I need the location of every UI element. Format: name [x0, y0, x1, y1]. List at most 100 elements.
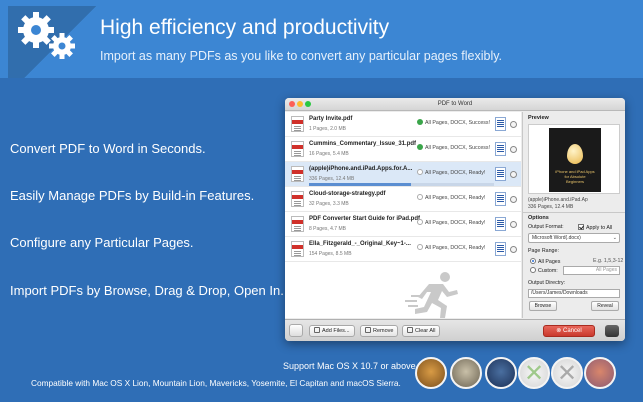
word-output-icon[interactable] [495, 217, 506, 231]
conversion-progress-bar [309, 183, 494, 186]
minimize-window-button[interactable] [297, 101, 303, 107]
file-status-text: All Pages, DOCX, Ready! [425, 170, 486, 176]
pdf-file-icon [291, 166, 304, 182]
file-row[interactable]: Ella_Fitzgerald_-_Original_Key~1-... 154… [285, 237, 521, 262]
file-row[interactable]: Party Invite.pdf 1 Pages, 2.0 MB All Pag… [285, 112, 521, 137]
file-meta: 1 Pages, 2.0 MB [309, 126, 346, 132]
gears-icon [18, 12, 75, 59]
browse-button[interactable]: Browse [529, 301, 557, 311]
add-files-button[interactable]: Add Files... [309, 325, 355, 337]
word-output-icon[interactable] [495, 142, 506, 156]
book-cover-title: iPhone and iPad Apps for Absolute Beginn… [555, 169, 595, 184]
x-logo-icon: ✕ [523, 359, 545, 387]
file-status: All Pages, DOCX, Ready! [417, 219, 485, 226]
folder-icon[interactable] [289, 324, 303, 337]
row-settings-icon[interactable] [510, 196, 517, 203]
file-row[interactable]: Cummins_Commentary_Issue_31.pdf 16 Pages… [285, 137, 521, 162]
trash-icon [407, 327, 413, 333]
cancel-button[interactable]: ⊗ Cancel [543, 325, 595, 337]
apply-to-all-label: Apply to All [586, 225, 613, 231]
preview-file-meta: 336 Pages, 12.4 MB [528, 204, 574, 210]
conversion-progress-fill [309, 183, 411, 186]
app-window: PDF to Word Party Invite.pdf 1 Pages, 2.… [285, 98, 625, 341]
chevron-down-icon: ⌄ [612, 235, 617, 241]
feature-convert: Convert PDF to Word in Seconds. [10, 141, 206, 156]
file-status-text: All Pages, DOCX, Success! [425, 120, 491, 126]
file-meta: 154 Pages, 8.5 MB [309, 251, 352, 257]
feature-manage: Easily Manage PDFs by Build-in Features. [10, 188, 255, 203]
radio-selected-icon [530, 258, 536, 264]
x-logo-icon: ✕ [556, 359, 578, 387]
file-status: All Pages, DOCX, Ready! [417, 244, 485, 251]
support-text: Support Mac OS X 10.7 or above. [283, 361, 419, 371]
row-settings-icon[interactable] [510, 171, 517, 178]
runner-watermark-icon [405, 272, 458, 318]
feature-import: Import PDFs by Browse, Drag & Drop, Open… [10, 283, 284, 298]
word-output-icon[interactable] [495, 117, 506, 131]
file-meta: 32 Pages, 3.3 MB [309, 201, 349, 207]
add-files-label: Add Files... [322, 328, 350, 334]
file-row-selected[interactable]: (apple)iPhone.and.iPad.Apps.for.A... 336… [285, 162, 521, 187]
output-format-value: Microsoft Word(.docx) [532, 235, 581, 241]
row-settings-icon[interactable] [510, 121, 517, 128]
window-title: PDF to Word [437, 101, 473, 107]
ready-icon [417, 219, 423, 225]
row-settings-icon[interactable] [510, 146, 517, 153]
file-meta: 16 Pages, 5.4 MB [309, 151, 349, 157]
lion-os-icon [415, 357, 447, 389]
clear-all-button[interactable]: Clear All [402, 325, 441, 337]
output-directory-field[interactable]: /Users/James/Downloads [528, 289, 620, 298]
options-title: Options [528, 215, 549, 221]
cancel-icon: ⊗ [556, 328, 563, 334]
egg-cover-icon [567, 144, 583, 164]
file-name: Cummins_Commentary_Issue_31.pdf [309, 141, 417, 147]
close-window-button[interactable] [289, 101, 295, 107]
checkbox-checked-icon [578, 224, 584, 230]
all-pages-radio[interactable]: All Pages [530, 258, 560, 265]
settings-gear-button[interactable] [605, 325, 619, 337]
add-icon [314, 327, 320, 333]
book-cover: iPhone and iPad Apps for Absolute Beginn… [549, 128, 601, 192]
file-name: Party Invite.pdf [309, 116, 353, 122]
ready-icon [417, 244, 423, 250]
bottom-toolbar: Add Files... Remove Clear All ⊗ Cancel [285, 319, 625, 341]
pdf-file-icon [291, 241, 304, 257]
page-range-example: E.g. 1,5,3-12 [593, 258, 624, 264]
pdf-file-icon [291, 141, 304, 157]
file-meta: 8 Pages, 4.7 MB [309, 226, 346, 232]
custom-label: Custom: [538, 268, 558, 274]
word-output-icon[interactable] [495, 167, 506, 181]
radio-unselected-icon [530, 267, 536, 273]
file-status-text: All Pages, DOCX, Ready! [425, 245, 486, 251]
remove-icon [365, 327, 371, 333]
window-titlebar: PDF to Word [285, 98, 625, 111]
pdf-file-icon [291, 116, 304, 132]
output-format-select[interactable]: Microsoft Word(.docx) ⌄ [528, 233, 620, 243]
file-name: Ella_Fitzgerald_-_Original_Key~1-... [309, 241, 411, 247]
apply-to-all-checkbox[interactable]: Apply to All [578, 224, 612, 231]
banner-subline: Import as many PDFs as you like to conve… [100, 49, 503, 63]
file-row[interactable]: PDF Converter Start Guide for iPad.pdf 8… [285, 212, 521, 237]
custom-range-input[interactable]: All Pages [563, 266, 620, 275]
word-output-icon[interactable] [495, 242, 506, 256]
custom-range-radio[interactable]: Custom: [530, 267, 558, 274]
remove-button[interactable]: Remove [360, 325, 399, 337]
ready-icon [417, 169, 423, 175]
file-status: All Pages, DOCX, Success! [417, 144, 490, 151]
remove-label: Remove [373, 328, 394, 334]
file-status: All Pages, DOCX, Ready! [417, 169, 485, 176]
row-settings-icon[interactable] [510, 221, 517, 228]
success-icon [417, 144, 423, 150]
ready-icon [417, 194, 423, 200]
file-status: All Pages, DOCX, Ready! [417, 194, 485, 201]
success-icon [417, 119, 423, 125]
reveal-button[interactable]: Reveal [591, 301, 619, 311]
file-row[interactable]: Cloud-storage-strategy.pdf 32 Pages, 3.3… [285, 187, 521, 212]
output-directory-label: Output Directry: [528, 280, 566, 286]
word-output-icon[interactable] [495, 192, 506, 206]
row-settings-icon[interactable] [510, 246, 517, 253]
zoom-window-button[interactable] [305, 101, 311, 107]
file-name: PDF Converter Start Guide for iPad.pdf [309, 216, 421, 222]
sierra-os-icon [584, 357, 616, 389]
file-name: (apple)iPhone.and.iPad.Apps.for.A... [309, 166, 413, 172]
